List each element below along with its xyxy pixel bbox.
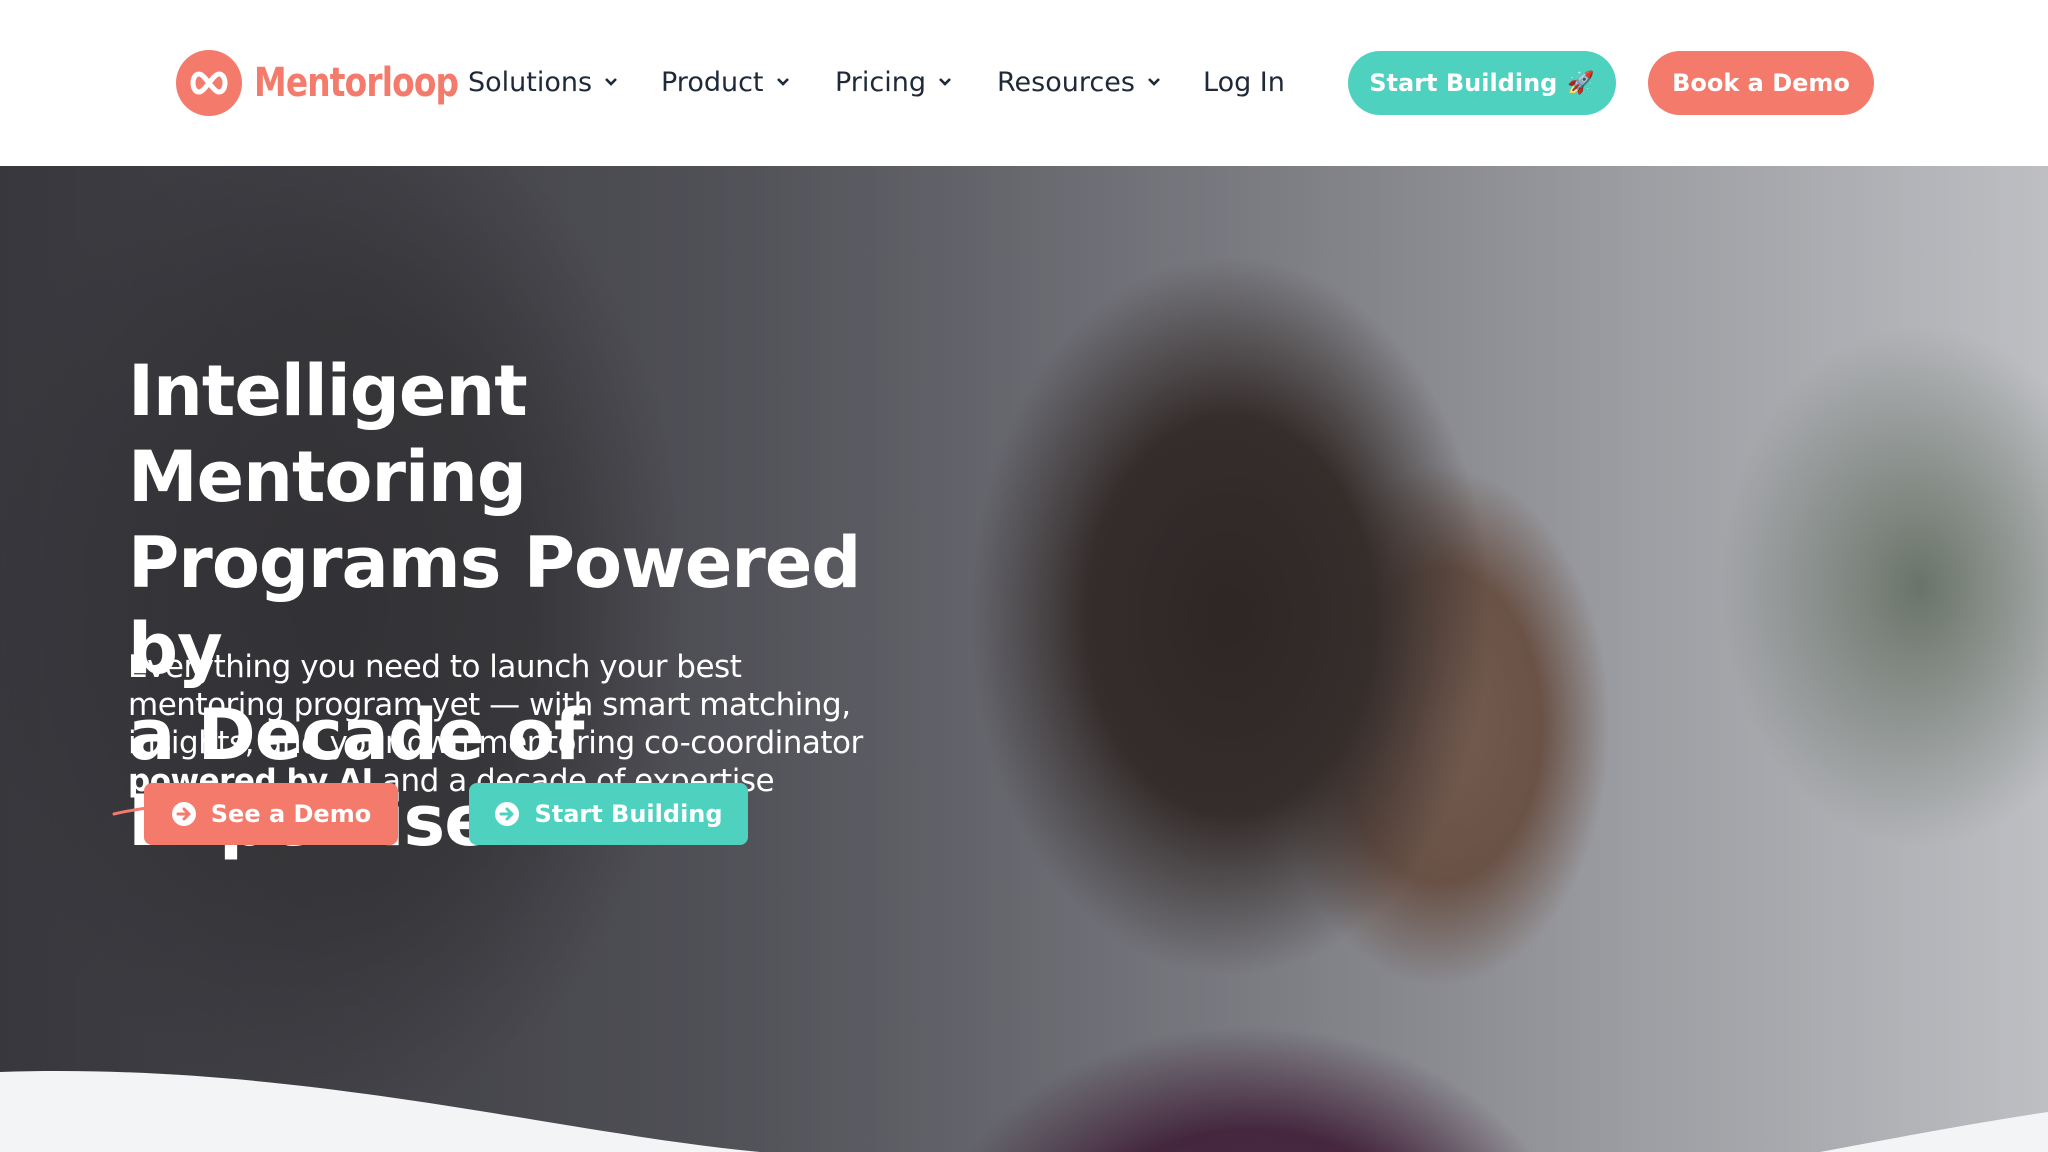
hero-subtitle-line: Everything you need to launch your best xyxy=(128,649,742,685)
start-building-button[interactable]: Start Building 🚀 xyxy=(1348,51,1616,115)
see-demo-label: See a Demo xyxy=(210,800,372,828)
nav-product-label: Product xyxy=(661,66,764,98)
arrow-right-circle-icon xyxy=(494,801,520,827)
nav-login-label: Log In xyxy=(1203,66,1285,98)
nav-resources-label: Resources xyxy=(997,66,1135,98)
hero-title-line: Intelligent Mentoring xyxy=(128,350,528,518)
rocket-icon: 🚀 xyxy=(1567,70,1595,96)
nav-pricing-label: Pricing xyxy=(835,66,927,98)
see-demo-button[interactable]: See a Demo xyxy=(144,783,398,845)
nav-solutions-label: Solutions xyxy=(468,66,593,98)
nav-pricing[interactable]: Pricing xyxy=(835,60,952,104)
chevron-down-icon xyxy=(1147,77,1161,87)
hero-bottom-wave xyxy=(0,1071,2048,1152)
chevron-down-icon xyxy=(776,77,790,87)
nav-resources[interactable]: Resources xyxy=(997,60,1161,104)
hero-section: Intelligent Mentoring Programs Powered by… xyxy=(0,166,2048,1152)
site-header: Mentorloop Solutions Product Pricing Res… xyxy=(0,0,2048,166)
hero-subtitle: Everything you need to launch your best m… xyxy=(128,648,888,800)
chevron-down-icon xyxy=(938,77,952,87)
hero-start-building-button[interactable]: Start Building xyxy=(469,783,748,845)
start-building-label: Start Building xyxy=(1369,69,1558,97)
nav-product[interactable]: Product xyxy=(661,60,790,104)
book-demo-button[interactable]: Book a Demo xyxy=(1648,51,1874,115)
nav-solutions[interactable]: Solutions xyxy=(468,60,618,104)
hero-subtitle-line: insights, and your own mentoring co-coor… xyxy=(128,725,863,761)
chevron-down-icon xyxy=(604,77,618,87)
hero-subtitle-line: mentoring program yet — with smart match… xyxy=(128,687,851,723)
arrow-right-circle-icon xyxy=(171,801,197,827)
book-demo-label: Book a Demo xyxy=(1672,69,1850,97)
hero-start-building-label: Start Building xyxy=(534,800,723,828)
nav-login[interactable]: Log In xyxy=(1203,60,1285,104)
